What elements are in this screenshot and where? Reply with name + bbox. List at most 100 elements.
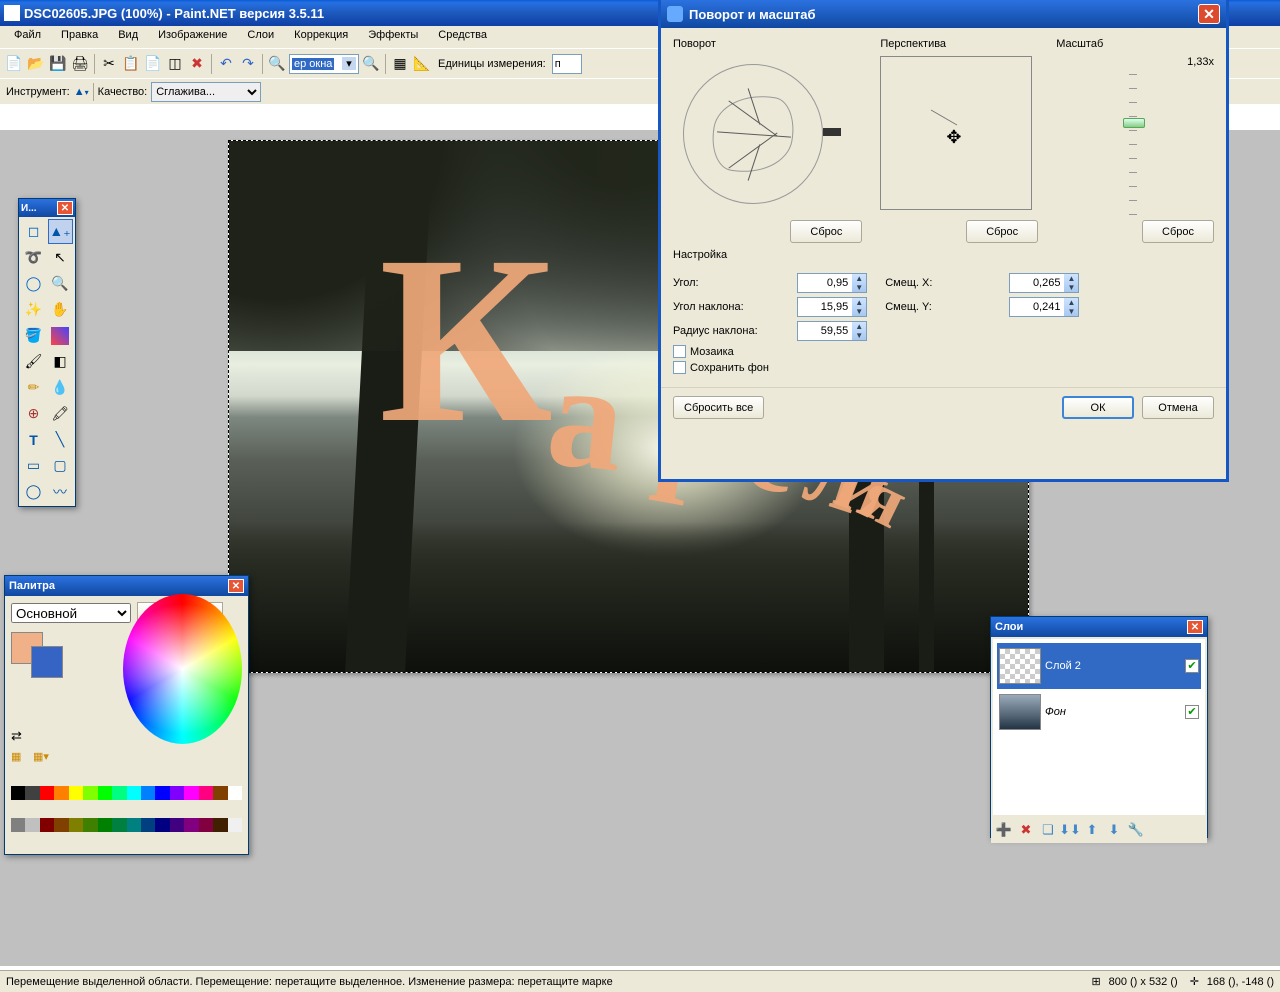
palette-window[interactable]: Палитра ✕ Основной Больше >> ⇄ ▦ ▦▾: [4, 575, 249, 855]
menu-adjust[interactable]: Коррекция: [284, 26, 358, 48]
bucket-tool-icon[interactable]: 🪣: [21, 323, 46, 348]
reset-rotate-button[interactable]: Сброс: [790, 220, 862, 243]
tile-checkbox[interactable]: Мозаика: [673, 345, 867, 358]
redo-icon[interactable]: ↷: [238, 54, 258, 74]
layer-visible-checkbox[interactable]: ✔: [1185, 705, 1199, 719]
pan-tool-icon[interactable]: ✋: [48, 297, 73, 322]
rect-select-tool-icon[interactable]: ◻: [21, 219, 46, 244]
layer-row[interactable]: Фон ✔: [997, 689, 1201, 735]
picker-tool-icon[interactable]: 💧: [48, 375, 73, 400]
zoom-select[interactable]: ер окна ▾: [289, 54, 359, 74]
wand-tool-icon[interactable]: ✨: [21, 297, 46, 322]
menu-effects[interactable]: Эффекты: [358, 26, 428, 48]
print-icon[interactable]: 🖨: [70, 54, 90, 74]
layer-up-icon[interactable]: ⬆: [1082, 820, 1102, 840]
reset-persp-button[interactable]: Сброс: [966, 220, 1038, 243]
layer-dup-icon[interactable]: ❏: [1038, 820, 1058, 840]
eraser-tool-icon[interactable]: ◧: [48, 349, 73, 374]
reset-all-button[interactable]: Сбросить все: [673, 396, 764, 419]
swatch-primary[interactable]: [11, 632, 63, 678]
open-icon[interactable]: 📂: [26, 54, 46, 74]
palette-menu-icon[interactable]: ▦▾: [33, 750, 51, 768]
keepbg-checkbox[interactable]: Сохранить фон: [673, 361, 867, 374]
gradient-tool-icon[interactable]: [51, 327, 69, 345]
ellipse-select-tool-icon[interactable]: ◯: [21, 271, 46, 296]
quality-select[interactable]: Сглажива...: [151, 82, 261, 102]
angle-input[interactable]: ▲▼: [797, 273, 867, 293]
palette-row-1[interactable]: [11, 786, 242, 800]
close-icon[interactable]: ✕: [1198, 4, 1220, 24]
zoomin-icon[interactable]: 🔍: [361, 54, 381, 74]
menu-image[interactable]: Изображение: [148, 26, 237, 48]
layer-add-icon[interactable]: ➕: [994, 820, 1014, 840]
layers-window[interactable]: Слои ✕ Слой 2 ✔ Фон ✔ ➕ ✖ ❏ ⬇⬇ ⬆ ⬇ 🔧: [990, 616, 1208, 838]
freeform-tool-icon[interactable]: 〰: [48, 479, 73, 504]
menu-view[interactable]: Вид: [108, 26, 148, 48]
move-icon[interactable]: ✥: [946, 127, 961, 148]
cancel-button[interactable]: Отмена: [1142, 396, 1214, 419]
perspective-widget[interactable]: ✥: [880, 56, 1032, 210]
offx-label: Смещ. X:: [885, 277, 1003, 289]
recolor-tool-icon[interactable]: 🖍: [48, 401, 73, 426]
paste-icon[interactable]: 📄: [143, 54, 163, 74]
layer-row[interactable]: Слой 2 ✔: [997, 643, 1201, 689]
reset-scale-button[interactable]: Сброс: [1142, 220, 1214, 243]
zoomout-icon[interactable]: 🔍: [267, 54, 287, 74]
ruler-icon[interactable]: 📐: [412, 54, 432, 74]
color-wheel[interactable]: [123, 594, 242, 744]
copy-icon[interactable]: 📋: [121, 54, 141, 74]
layer-delete-icon[interactable]: ✖: [1016, 820, 1036, 840]
rotate-widget[interactable]: [673, 56, 853, 216]
scale-slider[interactable]: [1129, 74, 1141, 214]
palette-add-icon[interactable]: ▦: [11, 750, 29, 768]
tools-window[interactable]: И... ✕ ◻ ▲₊ ➰ ↖ ◯ 🔍 ✨ ✋ 🪣 🖌 ◧ ✏ 💧 ⊕ 🖍 T …: [18, 198, 76, 507]
rect-tool-icon[interactable]: ▭: [21, 453, 46, 478]
close-icon[interactable]: ✕: [1187, 620, 1203, 634]
units-label: Единицы измерения:: [438, 58, 546, 70]
text-tool-icon[interactable]: T: [21, 427, 46, 452]
new-icon[interactable]: 📄: [4, 54, 24, 74]
close-icon[interactable]: ✕: [228, 579, 244, 593]
current-tool-icon[interactable]: ▲▾: [74, 86, 89, 98]
layer-merge-icon[interactable]: ⬇⬇: [1060, 820, 1080, 840]
layer-down-icon[interactable]: ⬇: [1104, 820, 1124, 840]
radius-input[interactable]: ▲▼: [797, 321, 867, 341]
rotate-zoom-dialog[interactable]: Поворот и масштаб ✕ Поворот Сброс: [658, 0, 1229, 482]
grid-icon[interactable]: ▦: [390, 54, 410, 74]
move-tool-icon[interactable]: ↖: [48, 245, 73, 270]
undo-icon[interactable]: ↶: [216, 54, 236, 74]
palette-title: Палитра: [9, 580, 228, 592]
app-logo-icon: [4, 5, 20, 21]
tilt-input[interactable]: ▲▼: [797, 297, 867, 317]
layer-props-icon[interactable]: 🔧: [1126, 820, 1146, 840]
offy-input[interactable]: ▲▼: [1009, 297, 1079, 317]
palette-mode-select[interactable]: Основной: [11, 603, 131, 623]
pencil-tool-icon[interactable]: ✏: [21, 375, 46, 400]
cut-icon[interactable]: ✂: [99, 54, 119, 74]
clone-tool-icon[interactable]: ⊕: [21, 401, 46, 426]
move-select-tool-icon[interactable]: ▲₊: [48, 219, 73, 244]
brush-tool-icon[interactable]: 🖌: [21, 349, 46, 374]
menu-tools[interactable]: Средства: [428, 26, 497, 48]
cursor-icon: ✛: [1190, 975, 1204, 989]
deselect-icon[interactable]: ✖: [187, 54, 207, 74]
quality-label: Качество:: [98, 86, 148, 98]
swap-icon[interactable]: ⇄: [11, 728, 63, 744]
lasso-tool-icon[interactable]: ➰: [21, 245, 46, 270]
ok-button[interactable]: ОК: [1062, 396, 1134, 419]
units-select[interactable]: п: [552, 54, 582, 74]
ellipse-tool-icon[interactable]: ◯: [21, 479, 46, 504]
save-icon[interactable]: 💾: [48, 54, 68, 74]
crop-icon[interactable]: ◫: [165, 54, 185, 74]
line-tool-icon[interactable]: ╲: [48, 427, 73, 452]
palette-row-2[interactable]: [11, 818, 242, 832]
menu-layers[interactable]: Слои: [237, 26, 284, 48]
zoom-tool-icon[interactable]: 🔍: [48, 271, 73, 296]
close-icon[interactable]: ✕: [57, 201, 73, 215]
menu-edit[interactable]: Правка: [51, 26, 108, 48]
roundrect-tool-icon[interactable]: ▢: [48, 453, 73, 478]
menu-file[interactable]: Файл: [4, 26, 51, 48]
offx-input[interactable]: ▲▼: [1009, 273, 1079, 293]
tilt-label: Угол наклона:: [673, 301, 791, 313]
layer-visible-checkbox[interactable]: ✔: [1185, 659, 1199, 673]
